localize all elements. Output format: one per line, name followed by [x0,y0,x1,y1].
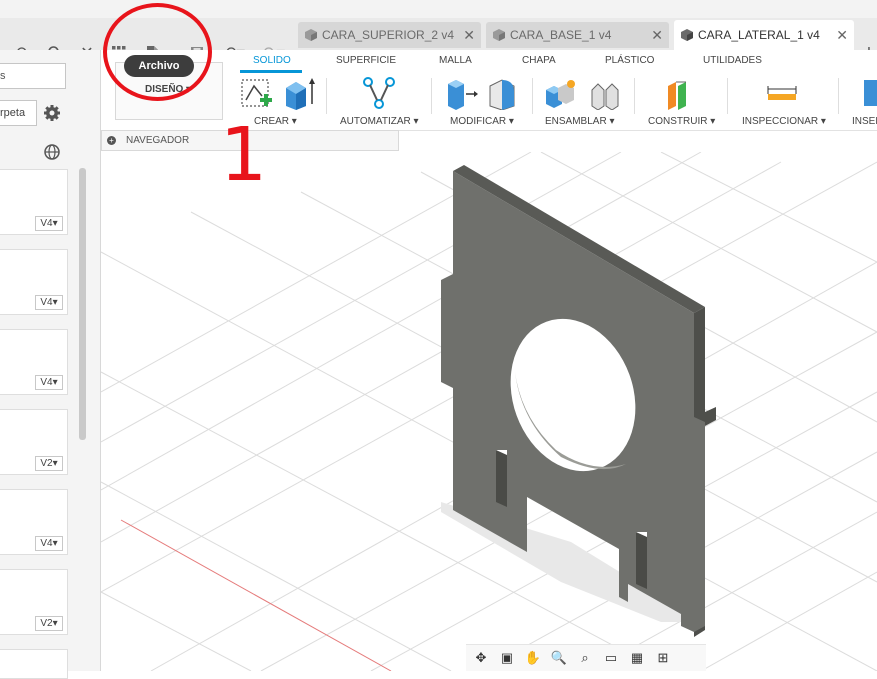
file-card[interactable] [0,649,68,679]
new-folder-button[interactable]: rpeta [0,100,37,126]
active-tab-underline [240,70,302,73]
x-axis-line [120,519,392,671]
create-sketch-icon[interactable] [240,78,274,110]
look-at-icon[interactable]: ▣ [496,648,518,668]
expand-icon[interactable]: + [107,136,116,145]
close-tab-icon[interactable]: ✕ [463,27,475,44]
version-badge[interactable]: V4 ▾ [35,375,63,390]
new-component-icon[interactable] [544,78,578,110]
group-modificar[interactable]: MODIFICAR ▾ [450,116,514,127]
extrude-icon[interactable] [282,76,316,110]
group-label: ENSAMBLAR [545,116,607,127]
insert-icon[interactable] [862,78,877,108]
zoom-icon[interactable]: 🔍 [548,648,570,668]
new-folder-label: rpeta [0,107,26,119]
version-label: V4 [40,538,53,549]
version-label: V4 [40,297,53,308]
tab-cara-superior[interactable]: CARA_SUPERIOR_2 v4 ✕ [298,22,481,48]
ribbon-tab-superficie[interactable]: SUPERFICIE [336,55,396,66]
version-label: V2 [40,618,53,629]
part-cube-icon [493,29,505,41]
version-badge[interactable]: V4 ▾ [35,536,63,551]
group-automatizar[interactable]: AUTOMATIZAR ▾ [340,116,419,127]
group-insertar[interactable]: INSER [852,116,877,127]
group-label: INSPECCIONAR [742,116,819,127]
ribbon-tab-chapa[interactable]: CHAPA [522,55,556,66]
group-label: CONSTRUIR [648,116,708,127]
close-tab-icon[interactable]: ✕ [836,27,848,44]
pan-icon[interactable]: ✋ [522,648,544,668]
version-label: V4 [40,377,53,388]
ribbon-separator [532,78,533,114]
group-label: AUTOMATIZAR [340,116,411,127]
tab-label: CARA_SUPERIOR_2 v4 [322,28,455,42]
ribbon-separator [634,78,635,114]
version-badge[interactable]: V4 ▾ [35,295,63,310]
close-tab-icon[interactable]: ✕ [651,27,663,44]
group-inspeccionar[interactable]: INSPECCIONAR ▾ [742,116,826,127]
group-label: INSER [852,116,877,127]
annotation-number: 1 [220,112,268,198]
search-input[interactable]: s [0,63,66,89]
offset-plane-icon[interactable] [664,78,698,110]
orbit-icon[interactable]: ✥ [470,648,492,668]
tab-label: CARA_BASE_1 v4 [510,28,612,42]
annotation-circle [103,3,212,101]
navigator-label: NAVEGADOR [126,135,190,146]
group-ensamblar[interactable]: ENSAMBLAR ▾ [545,116,615,127]
navigation-bar: ✥ ▣ ✋ 🔍 ⌕ ▭ ▦ ⊞ [466,644,706,671]
part-cube-icon [305,29,317,41]
version-badge[interactable]: V4 ▾ [35,216,63,231]
ribbon-tab-utilidades[interactable]: UTILIDADES [703,55,762,66]
measure-icon[interactable] [766,84,798,104]
part-cube-icon [681,29,693,41]
version-label: V2 [40,458,53,469]
press-pull-icon[interactable] [444,78,480,110]
scrollbar[interactable] [79,168,86,440]
globe-icon[interactable] [43,143,61,161]
ribbon-separator [326,78,327,114]
ribbon-tab-malla[interactable]: MALLA [439,55,472,66]
ribbon-tab-plastico[interactable]: PLÁSTICO [605,55,654,66]
display-settings-icon[interactable]: ▭ [600,648,622,668]
3d-viewport[interactable] [101,152,877,671]
gear-icon[interactable] [43,104,61,122]
group-construir[interactable]: CONSTRUIR ▾ [648,116,715,127]
data-panel: s rpeta V4 ▾ V4 ▾ V4 ▾ V2 ▾ V4 ▾ V2 ▾ [0,50,101,679]
ribbon-separator [727,78,728,114]
search-input-text: s [0,70,6,82]
joint-icon[interactable] [588,78,622,110]
automate-icon[interactable] [362,76,396,110]
version-badge[interactable]: V2 ▾ [35,456,63,471]
ribbon-separator [838,78,839,114]
fillet-icon[interactable] [486,78,522,110]
tab-label: CARA_LATERAL_1 v4 [698,28,820,42]
ribbon-tab-solido[interactable]: SOLIDO [253,55,291,66]
fit-icon[interactable]: ⌕ [574,648,596,668]
version-label: V4 [40,218,53,229]
tab-cara-base[interactable]: CARA_BASE_1 v4 ✕ [486,22,669,48]
ribbon-separator [431,78,432,114]
version-badge[interactable]: V2 ▾ [35,616,63,631]
tab-cara-lateral[interactable]: CARA_LATERAL_1 v4 ✕ [674,20,854,50]
3d-part-body [441,165,716,637]
grid-settings-icon[interactable]: ▦ [626,648,648,668]
group-label: MODIFICAR [450,116,507,127]
viewports-icon[interactable]: ⊞ [652,648,674,668]
